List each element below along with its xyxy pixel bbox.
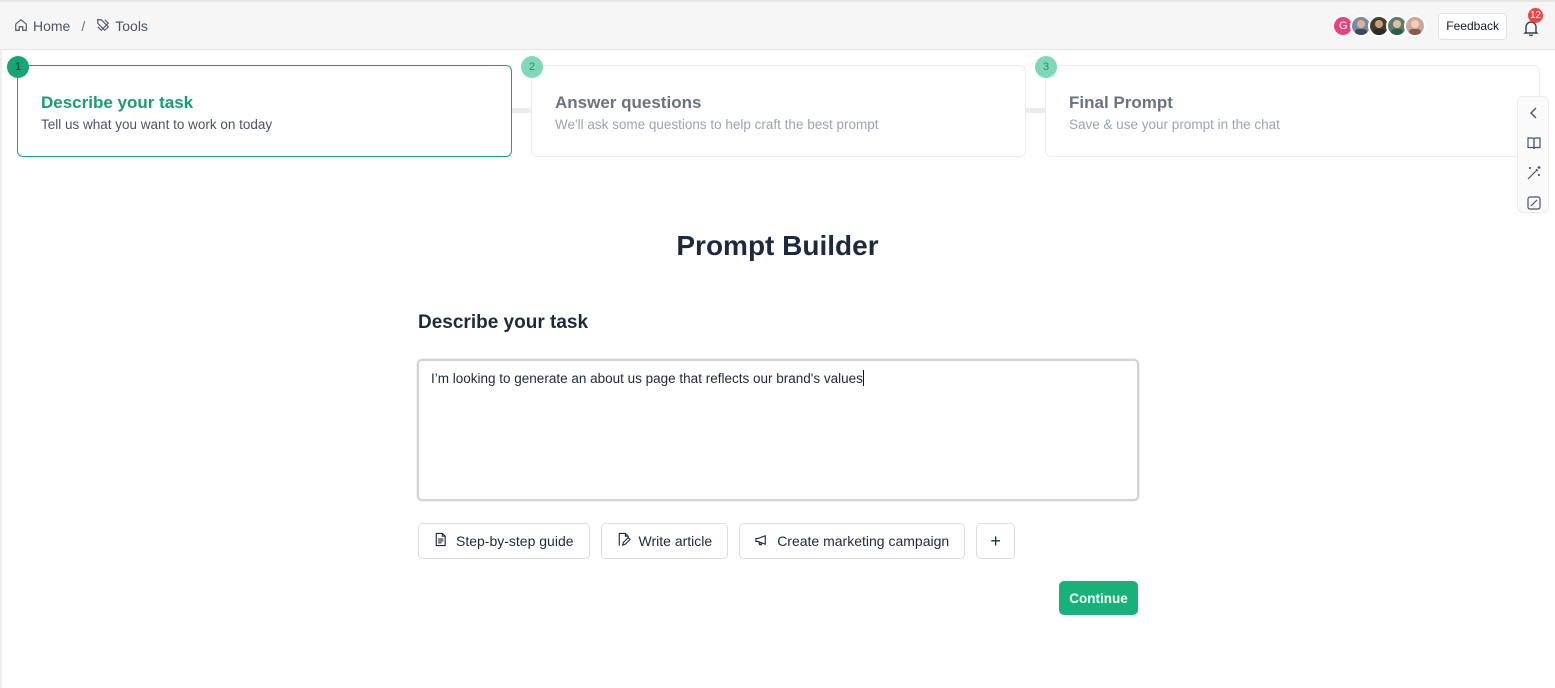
avatar-group[interactable]: G [1332,15,1427,37]
breadcrumb-tools-label: Tools [115,18,148,34]
notification-count-badge: 12 [1528,8,1544,23]
step-description: Tell us what you want to work on today [41,117,273,132]
feedback-button[interactable]: Feedback [1438,12,1507,40]
chip-label: Step-by-step guide [456,533,574,549]
step-title: Answer questions [555,93,702,112]
step-number-badge: 3 [1035,56,1057,78]
magic-wand-icon [1526,166,1542,185]
file-edit-icon [616,532,631,550]
breadcrumb-separator: / [81,18,86,34]
side-toolbar [1517,96,1549,213]
top-bar: Home / Tools G Feedback 12 [0,0,1555,50]
chip-label: Write article [638,533,713,549]
add-chip-button[interactable]: + [976,523,1016,559]
text-caret [862,370,864,386]
notifications-button[interactable]: 12 [1521,8,1544,37]
write-article-chip[interactable]: Write article [600,523,729,559]
section-title: Describe your task [418,312,589,333]
task-description-textarea[interactable]: I’m looking to generate an about us page… [417,359,1139,501]
suggestion-chips: Step-by-step guide Write article Create … [418,523,1016,559]
step-title: Describe your task [41,93,194,112]
task-description-value: I’m looking to generate an about us page… [431,370,864,386]
document-icon [433,532,448,550]
tools-icon [96,18,110,35]
avatar[interactable] [1404,15,1427,37]
breadcrumb-home-label: Home [33,18,71,34]
page-title: Prompt Builder [676,230,879,261]
step-connector [512,108,532,113]
left-edge-divider [0,50,2,688]
collapse-panel-button[interactable] [1526,105,1542,121]
book-icon [1526,137,1542,155]
breadcrumb-home[interactable]: Home [14,18,70,35]
step-final-prompt[interactable]: Final Prompt Save & use your prompt in t… [1045,65,1540,157]
step-number-badge: 1 [7,56,29,78]
library-button[interactable] [1526,135,1542,151]
chip-label: Create marketing campaign [777,533,950,549]
edit-button[interactable] [1526,195,1542,211]
chevron-left-icon [1526,107,1542,125]
step-connector [1026,108,1046,113]
step-number-badge: 2 [521,56,543,78]
step-description: We'll ask some questions to help craft t… [555,117,879,132]
home-icon [14,18,28,35]
header-actions: G Feedback 12 [1332,2,1544,50]
megaphone-icon [754,532,769,550]
create-marketing-campaign-chip[interactable]: Create marketing campaign [739,523,966,559]
magic-button[interactable] [1526,165,1542,181]
breadcrumb: Home / Tools [14,2,148,50]
step-describe-task[interactable]: Describe your task Tell us what you want… [17,65,512,157]
edit-square-icon [1526,196,1542,215]
step-title: Final Prompt [1069,93,1173,112]
breadcrumb-tools[interactable]: Tools [96,18,148,35]
step-by-step-guide-chip[interactable]: Step-by-step guide [418,523,590,559]
step-description: Save & use your prompt in the chat [1069,117,1280,132]
continue-button[interactable]: Continue [1059,581,1138,615]
step-answer-questions[interactable]: Answer questions We'll ask some question… [531,65,1026,157]
